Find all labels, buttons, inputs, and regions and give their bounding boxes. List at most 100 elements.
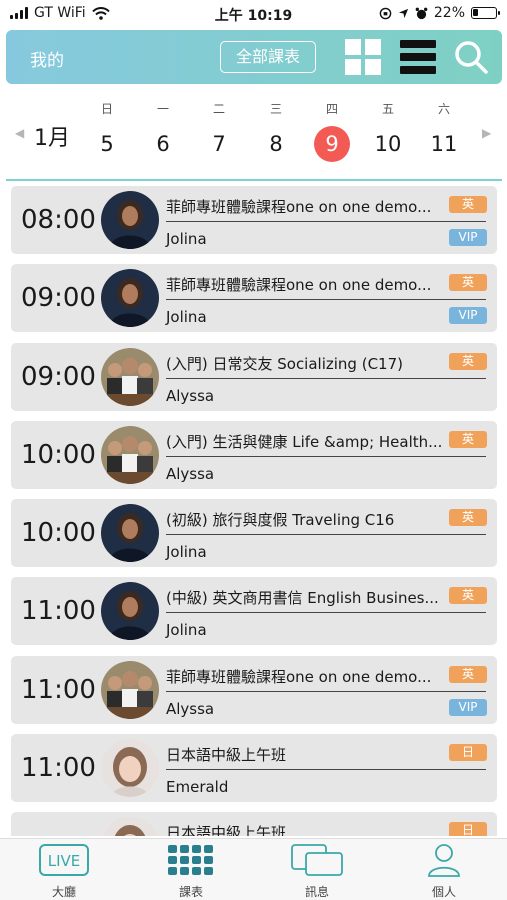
day-tuesday[interactable]: 二 7 <box>199 100 239 162</box>
language-badge: 英 <box>449 509 487 526</box>
teacher-name: Alyssa <box>166 465 215 483</box>
alarm-icon <box>415 7 428 19</box>
class-card[interactable]: 11:00 日本語中級上午班 Emerald 日 <box>11 734 497 802</box>
tab-lobby[interactable]: LIVE 大廳 <box>24 843 104 900</box>
date-number: 8 <box>269 132 283 156</box>
divider <box>6 179 502 181</box>
language-badge: 英 <box>449 587 487 604</box>
teacher-avatar <box>101 426 159 484</box>
teacher-avatar <box>101 504 159 562</box>
class-time: 09:00 <box>21 283 96 313</box>
date-number: 10 <box>374 132 402 156</box>
weekday-label: 五 <box>381 102 394 116</box>
tab-label: 大廳 <box>51 885 76 899</box>
class-title: (中級) 英文商用書信 English Busines... <box>166 589 439 607</box>
language-badge: 英 <box>449 431 487 448</box>
day-saturday[interactable]: 六 11 <box>424 100 464 162</box>
teacher-avatar <box>101 582 159 640</box>
class-card[interactable]: 10:00 (入門) 生活與健康 Life &amp; Health... Al… <box>11 421 497 489</box>
tab-profile[interactable]: 個人 <box>404 843 484 900</box>
week-selector: ◀ 1月 日 5 一 6 二 7 三 8 四 9 五 10 六 11 ▶ <box>0 92 507 178</box>
tab-label: 訊息 <box>304 885 329 899</box>
language-badge: 英 <box>449 196 487 213</box>
teacher-avatar <box>101 191 159 249</box>
tab-label: 課表 <box>178 885 203 899</box>
day-friday[interactable]: 五 10 <box>368 100 408 162</box>
all-courses-button[interactable]: 全部課表 <box>220 41 316 73</box>
day-wednesday[interactable]: 三 8 <box>256 100 296 162</box>
location-icon <box>398 8 408 18</box>
class-title: 日本語中級上午班 <box>166 746 287 764</box>
class-title: (入門) 日常交友 Socializing (C17) <box>166 355 403 373</box>
class-time: 11:00 <box>21 675 96 705</box>
day-sunday[interactable]: 日 5 <box>87 100 127 162</box>
class-time: 08:00 <box>21 205 96 235</box>
class-time: 11:00 <box>21 753 96 783</box>
teacher-name: Jolina <box>166 308 207 326</box>
messages-icon <box>291 844 343 876</box>
list-view-icon[interactable] <box>400 40 436 74</box>
class-title: 菲師專班體驗課程one on one demo... <box>166 198 432 216</box>
class-card[interactable]: 09:00 菲師專班體驗課程one on one demo... Jolina … <box>11 264 497 332</box>
class-card[interactable]: 11:00 (中級) 英文商用書信 English Busines... Jol… <box>11 577 497 645</box>
date-number: 6 <box>156 132 170 156</box>
language-badge: 日 <box>449 822 487 836</box>
teacher-name: Alyssa <box>166 387 215 405</box>
month-label: 1月 <box>34 126 70 151</box>
tab-label: 個人 <box>431 885 456 899</box>
battery-percent: 22% <box>433 5 465 21</box>
status-bar: GT WiFi 上午 10:19 22% <box>0 0 507 28</box>
battery-icon <box>471 7 500 19</box>
class-card[interactable]: 日本語中級上午班 日 <box>11 812 497 836</box>
class-time: 11:00 <box>21 596 96 626</box>
class-card[interactable]: 09:00 (入門) 日常交友 Socializing (C17) Alyssa… <box>11 343 497 411</box>
vip-badge: VIP <box>449 699 487 716</box>
selected-date-number: 9 <box>314 126 350 162</box>
language-badge: 英 <box>449 353 487 370</box>
prev-week-icon[interactable]: ◀ <box>15 126 24 140</box>
search-icon[interactable] <box>452 38 490 76</box>
class-list[interactable]: 08:00 菲師專班體驗課程one on one demo... Jolina … <box>0 184 507 836</box>
language-badge: 英 <box>449 274 487 291</box>
class-title: (入門) 生活與健康 Life &amp; Health... <box>166 433 443 451</box>
class-title: 菲師專班體驗課程one on one demo... <box>166 276 432 294</box>
teacher-name: Emerald <box>166 778 229 796</box>
weekday-label: 四 <box>325 102 338 116</box>
tab-messages[interactable]: 訊息 <box>277 843 357 900</box>
language-badge: 英 <box>449 666 487 683</box>
tab-schedule[interactable]: 課表 <box>151 843 231 900</box>
teacher-avatar <box>101 661 159 719</box>
vip-badge: VIP <box>449 229 487 246</box>
class-card[interactable]: 08:00 菲師專班體驗課程one on one demo... Jolina … <box>11 186 497 254</box>
teacher-name: Jolina <box>166 543 207 561</box>
my-courses-tab[interactable]: 我的 <box>30 46 64 71</box>
class-card[interactable]: 10:00 (初級) 旅行與度假 Traveling C16 Jolina 英 <box>11 499 497 567</box>
date-number: 11 <box>430 132 458 156</box>
live-icon: LIVE <box>39 844 89 876</box>
date-number: 7 <box>212 132 226 156</box>
date-number: 5 <box>100 132 114 156</box>
grid-view-icon[interactable] <box>345 39 381 75</box>
teacher-name: Alyssa <box>166 700 215 718</box>
teacher-avatar <box>101 348 159 406</box>
weekday-label: 日 <box>100 102 113 116</box>
language-badge: 日 <box>449 744 487 761</box>
day-thursday[interactable]: 四 9 <box>312 100 352 162</box>
person-icon <box>428 844 460 877</box>
day-monday[interactable]: 一 6 <box>143 100 183 162</box>
class-card[interactable]: 11:00 菲師專班體驗課程one on one demo... Alyssa … <box>11 656 497 724</box>
weekday-label: 一 <box>156 102 169 116</box>
teacher-avatar <box>101 739 159 797</box>
svg-text:LIVE: LIVE <box>48 852 81 870</box>
weekday-label: 二 <box>212 102 225 116</box>
weekday-label: 六 <box>437 102 450 116</box>
class-title: 菲師專班體驗課程one on one demo... <box>166 668 432 686</box>
schedule-icon <box>168 845 213 875</box>
teacher-name: Jolina <box>166 621 207 639</box>
class-title: (初級) 旅行與度假 Traveling C16 <box>166 511 395 529</box>
vip-badge: VIP <box>449 307 487 324</box>
class-time: 10:00 <box>21 440 96 470</box>
weekday-label: 三 <box>269 102 282 116</box>
next-week-icon[interactable]: ▶ <box>482 126 491 140</box>
class-time: 10:00 <box>21 518 96 548</box>
